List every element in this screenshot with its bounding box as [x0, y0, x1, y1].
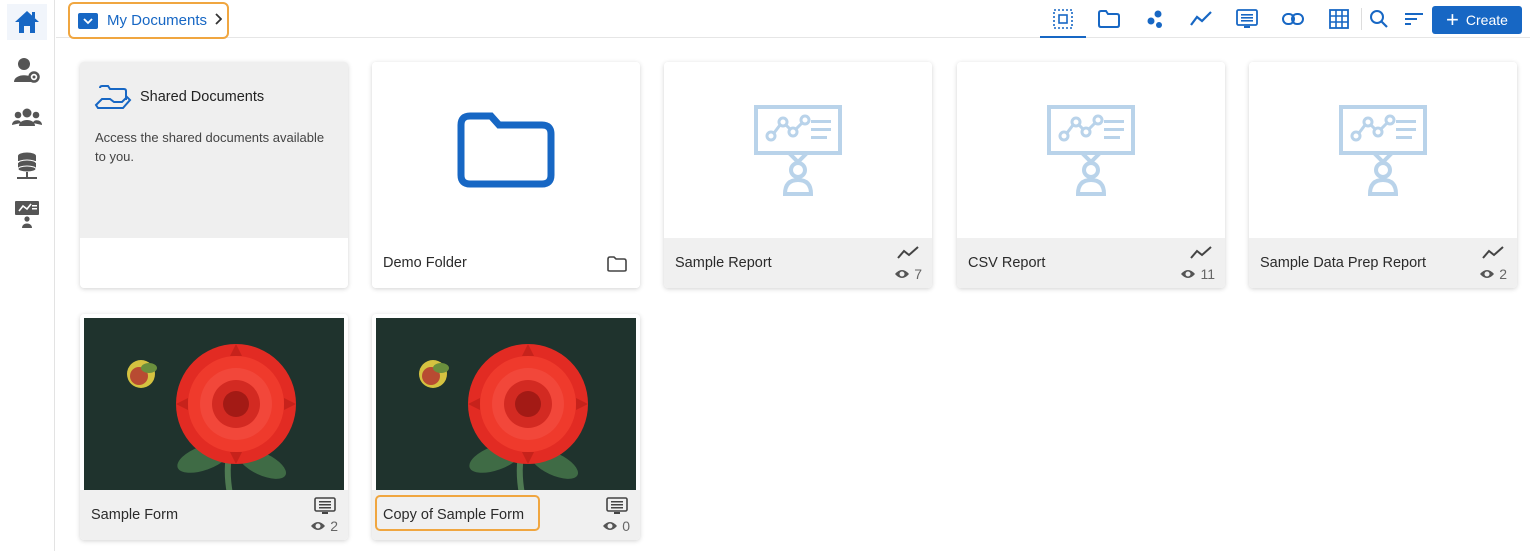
report-presentation-icon	[754, 105, 842, 196]
sidebar-item-groups[interactable]	[7, 100, 47, 136]
card-title: Sample Data Prep Report	[1260, 255, 1427, 271]
sort-icon	[1405, 13, 1423, 25]
card-title: Copy of Sample Form	[383, 507, 525, 523]
breadcrumb-label: My Documents	[107, 12, 208, 29]
eye-icon	[311, 522, 326, 530]
breadcrumb[interactable]: My Documents	[68, 2, 229, 39]
card-footer: Copy of Sample Form 0	[372, 490, 640, 540]
user-settings-icon	[14, 58, 40, 83]
sidebar-item-presentation[interactable]	[7, 196, 47, 232]
select-all-icon	[1053, 9, 1073, 29]
database-icon	[17, 152, 37, 179]
card-sample-data-prep-report[interactable]: Sample Data Prep Report 2	[1249, 62, 1517, 288]
users-group-icon	[12, 108, 42, 126]
shared-folder-icon	[94, 85, 132, 109]
create-button[interactable]: + Create	[1432, 6, 1522, 34]
sidebar-item-home[interactable]	[7, 4, 47, 40]
card-footer: Sample Data Prep Report 2	[1249, 238, 1517, 288]
view-count: 2	[1479, 266, 1507, 282]
filter-datasets-button[interactable]	[1141, 6, 1169, 32]
flower-image	[84, 318, 344, 494]
folder-icon	[606, 255, 628, 278]
card-description: Access the shared documents available to…	[95, 130, 325, 164]
card-csv-report[interactable]: CSV Report 11	[957, 62, 1225, 288]
sidebar-item-user-settings[interactable]	[7, 52, 47, 88]
card-title: Sample Form	[91, 507, 179, 523]
card-copy-of-sample-form[interactable]: Copy of Sample Form 0	[372, 314, 640, 540]
toolbar-divider	[1361, 8, 1362, 30]
view-count: 0	[602, 518, 630, 534]
line-chart-icon	[1189, 245, 1213, 266]
sort-button[interactable]	[1400, 6, 1428, 32]
card-title: Sample Report	[675, 255, 772, 271]
top-bar: My Documents + Create	[56, 0, 1530, 39]
grid-icon	[1329, 9, 1349, 29]
scatter-icon	[1147, 10, 1162, 28]
sidebar	[0, 0, 55, 551]
filter-links-button[interactable]	[1279, 6, 1307, 32]
card-footer: Demo Folder	[372, 238, 640, 288]
card-title: CSV Report	[968, 255, 1046, 271]
presentation-icon	[15, 201, 39, 228]
card-preview	[664, 62, 932, 238]
card-preview	[372, 62, 640, 238]
filter-all-button[interactable]	[1049, 6, 1077, 32]
report-presentation-icon	[1339, 105, 1427, 196]
folder-icon	[1098, 10, 1120, 28]
active-filter-indicator	[1040, 36, 1086, 38]
filter-folders-button[interactable]	[1095, 6, 1123, 32]
card-footer: Sample Form 2	[80, 490, 348, 540]
view-count: 2	[310, 518, 338, 534]
card-sample-report[interactable]: Sample Report 7	[664, 62, 932, 288]
eye-icon	[895, 270, 910, 278]
card-title: Demo Folder	[383, 255, 467, 271]
filter-reports-button[interactable]	[1187, 6, 1215, 32]
line-chart-icon	[1190, 11, 1212, 26]
card-shared-documents[interactable]: Shared Documents Access the shared docum…	[80, 62, 348, 288]
line-chart-icon	[1481, 245, 1505, 266]
card-demo-folder[interactable]: Demo Folder	[372, 62, 640, 288]
card-footer	[80, 238, 348, 288]
form-icon	[314, 497, 336, 520]
card-preview: Shared Documents Access the shared docum…	[80, 62, 348, 238]
eye-icon	[1480, 270, 1495, 278]
card-footer: CSV Report 11	[957, 238, 1225, 288]
link-icon	[1282, 13, 1304, 25]
eye-icon	[1181, 270, 1196, 278]
view-count: 7	[894, 266, 922, 282]
home-icon	[15, 11, 39, 33]
flower-image	[376, 318, 636, 494]
search-button[interactable]	[1365, 6, 1393, 32]
filter-tables-button[interactable]	[1325, 6, 1353, 32]
chevron-right-icon	[214, 12, 223, 30]
form-icon	[1236, 9, 1258, 28]
search-icon	[1370, 10, 1388, 28]
folder-icon	[78, 12, 98, 29]
report-presentation-icon	[1047, 105, 1135, 196]
form-icon	[606, 497, 628, 520]
view-count: 11	[1180, 266, 1215, 282]
folder-icon	[457, 112, 555, 188]
card-preview	[1249, 62, 1517, 238]
filter-forms-button[interactable]	[1233, 6, 1261, 32]
card-preview	[957, 62, 1225, 238]
line-chart-icon	[896, 245, 920, 266]
plus-icon: +	[1446, 7, 1459, 32]
card-footer: Sample Report 7	[664, 238, 932, 288]
create-button-label: Create	[1465, 12, 1508, 28]
sidebar-item-data[interactable]	[7, 148, 47, 184]
card-sample-form[interactable]: Sample Form 2	[80, 314, 348, 540]
card-title: Shared Documents	[140, 89, 265, 105]
eye-icon	[603, 522, 618, 530]
